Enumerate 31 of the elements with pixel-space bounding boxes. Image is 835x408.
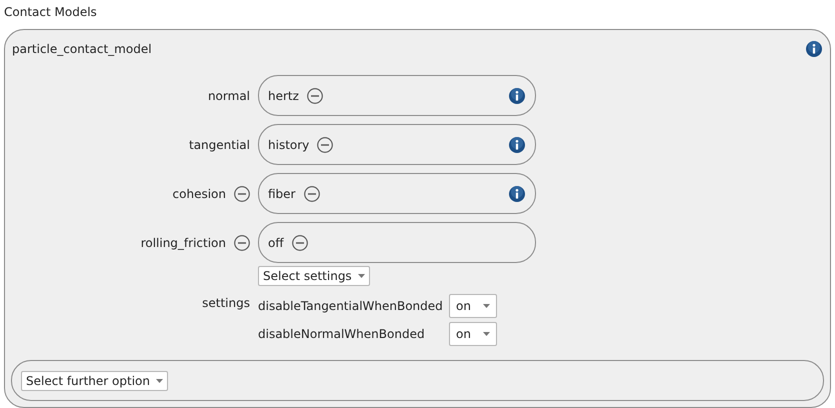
info-icon[interactable] [509,136,525,152]
remove-icon[interactable] [306,88,323,104]
field-label: rolling_friction [140,234,226,252]
setting-name: disableTangentialWhenBonded [258,298,444,315]
model-value: history [268,136,310,154]
panel-title: particle_contact_model [12,41,152,58]
model-value: hertz [268,88,299,104]
remove-icon[interactable] [234,234,250,250]
info-icon[interactable] [509,186,525,202]
remove-icon[interactable] [292,234,308,250]
field-label: settings [202,295,250,312]
further-option-dropdown[interactable]: Select further option [21,370,168,390]
section-title: Contact Models [4,5,97,19]
value-dropdown[interactable]: on [449,322,497,346]
value-dropdown[interactable]: on [449,294,497,318]
field-label: cohesion [172,186,226,202]
remove-icon[interactable] [234,186,250,202]
info-icon[interactable] [806,41,822,57]
remove-icon[interactable] [304,186,320,202]
field-label: tangential [189,136,250,154]
setting-name: disableNormalWhenBonded [258,326,426,343]
caret-icon [156,378,163,382]
field-label: normal [208,88,250,104]
caret-icon [358,274,365,278]
info-icon[interactable] [509,88,525,104]
settings-dropdown[interactable]: Select settings [258,266,370,286]
model-value: off [268,234,284,252]
caret-icon [482,332,490,336]
remove-icon[interactable] [317,136,334,152]
model-value: fiber [268,186,296,202]
caret-icon [482,304,490,308]
